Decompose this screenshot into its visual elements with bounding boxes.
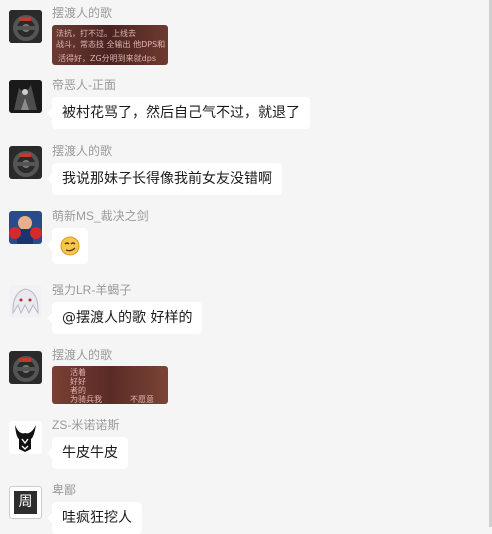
image-caption: 上线去 [112, 29, 136, 38]
chat-message-list: 摆渡人的歌 战斗，常态技 全输出 他DPS和 上线去 法抗，打不过。 活得好，Z… [0, 0, 492, 534]
avatar[interactable]: 周 [9, 486, 42, 519]
steering-wheel-avatar-icon [9, 146, 42, 179]
emoji-message[interactable] [47, 228, 88, 264]
message-bubble[interactable]: 我说那妹子长得像我前女友没错啊 [47, 163, 282, 195]
sender-name: 摆渡人的歌 [52, 348, 113, 362]
sender-name: 摆渡人的歌 [52, 6, 113, 20]
sender-name: 萌新MS_裁决之剑 [52, 209, 149, 223]
message-bubble[interactable]: @摆渡人的歌 好样的 [46, 302, 203, 334]
avatar[interactable] [9, 421, 42, 454]
avatar[interactable] [9, 10, 42, 43]
image-message[interactable]: 活着 好好 者的 为骑兵我 不愿意 [52, 366, 168, 404]
smirk-face-icon [60, 236, 80, 256]
boxer-avatar-icon [9, 211, 42, 244]
sender-name: 卑鄙 [52, 483, 77, 497]
message-bubble[interactable]: 被村花骂了，然后自己气不过，就退了 [47, 97, 310, 129]
avatar[interactable] [9, 351, 42, 384]
sender-name: 强力LR-羊蝎子 [52, 283, 132, 297]
tribal-mask-avatar-icon [9, 421, 42, 454]
image-caption: 战斗，常态技 全输出 他DPS和 [56, 40, 166, 49]
image-caption: 为骑兵我 [70, 395, 102, 404]
sender-name: ZS-米诺诺斯 [52, 418, 120, 432]
dark-figure-avatar-icon [9, 80, 42, 113]
avatar[interactable] [9, 146, 42, 179]
message-bubble[interactable]: 牛皮牛皮 [47, 437, 128, 469]
image-caption: 不愿意 [130, 395, 154, 404]
message-bubble[interactable]: 哇疯狂挖人 [47, 502, 142, 534]
steering-wheel-avatar-icon [9, 351, 42, 384]
avatar[interactable] [9, 285, 42, 318]
avatar[interactable] [9, 80, 42, 113]
image-message[interactable]: 战斗，常态技 全输出 他DPS和 上线去 法抗，打不过。 活得好，ZG分明到来就… [52, 25, 168, 65]
seal-avatar-icon: 周 [14, 491, 37, 514]
white-hair-character-avatar-icon [9, 285, 42, 318]
sender-name: 摆渡人的歌 [52, 144, 113, 158]
image-caption: 法抗，打不过。 [56, 29, 112, 38]
steering-wheel-avatar-icon [9, 10, 42, 43]
avatar[interactable] [9, 211, 42, 244]
image-caption: 活得好，ZG分明到来就dps [58, 54, 157, 63]
sender-name: 帝恶人-正面 [52, 78, 116, 92]
